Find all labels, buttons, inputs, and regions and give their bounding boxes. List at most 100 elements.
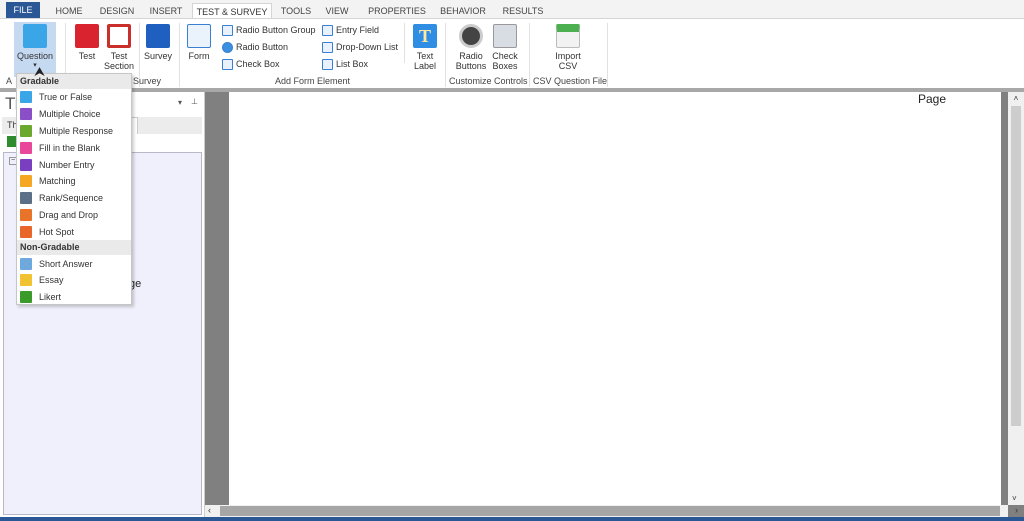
test-section-button[interactable]: Test Section [103, 22, 135, 71]
tab-design[interactable]: DESIGN [96, 3, 138, 19]
entry-field-button[interactable]: Entry Field [322, 23, 379, 38]
menu-item-short-answer[interactable]: Short Answer [17, 255, 131, 272]
question-type-icon [20, 192, 32, 205]
vertical-scrollbar[interactable]: ˄ ˅ [1008, 92, 1024, 505]
question-type-icon [20, 208, 32, 221]
scroll-right-icon[interactable]: › [1015, 505, 1018, 515]
list-icon [222, 25, 233, 36]
question-type-icon [20, 274, 32, 287]
check-boxes-label: Check Boxes [492, 51, 518, 71]
pin-icon[interactable]: ⊥ [191, 97, 198, 106]
radio-buttons-button[interactable]: Radio Buttons [454, 22, 488, 71]
csv-file-icon [556, 24, 580, 48]
menu-item-true-or-false[interactable]: True or False [17, 89, 131, 106]
menu-item-likert[interactable]: Likert [17, 289, 131, 306]
scroll-up-icon[interactable]: ˄ [1008, 94, 1024, 103]
survey-button[interactable]: Survey [142, 22, 174, 61]
import-csv-label: Import CSV [555, 51, 581, 71]
question-type-menu: Gradable True or False Multiple Choice Mul… [16, 73, 132, 305]
drop-down-list-button[interactable]: Drop-Down List [322, 40, 398, 55]
survey-icon [146, 24, 170, 48]
drop-down-list-label: Drop-Down List [336, 42, 399, 52]
list-box-label: List Box [336, 59, 369, 69]
check-box-label: Check Box [236, 59, 280, 69]
scroll-left-icon[interactable]: ‹ [208, 505, 211, 515]
horizontal-scroll-thumb[interactable] [220, 506, 1000, 516]
tab-tools[interactable]: TOOLS [278, 3, 314, 19]
check-box-button[interactable]: Check Box [222, 57, 280, 72]
mouse-cursor-icon: ⮝ [34, 64, 46, 79]
status-strip [0, 517, 1024, 521]
question-label: Question [16, 51, 54, 61]
radio-gear-icon [459, 24, 483, 48]
ribbon-tab-bar: FILE HOME DESIGN INSERT TEST & SURVEY TO… [0, 0, 1024, 19]
question-type-icon [20, 108, 32, 121]
menu-item-rank-sequence[interactable]: Rank/Sequence [17, 190, 131, 207]
tab-insert[interactable]: INSERT [146, 3, 186, 19]
text-label-label: Text Label [413, 51, 437, 71]
radio-button-label: Radio Button [236, 42, 289, 52]
test-icon [75, 24, 99, 48]
menu-item-label: Matching [39, 176, 76, 187]
checkbox-icon [222, 59, 233, 70]
tab-view[interactable]: VIEW [322, 3, 352, 19]
tab-test-survey[interactable]: TEST & SURVEY [192, 3, 272, 19]
test-section-label: Test Section [103, 51, 135, 71]
form-button[interactable]: Form [184, 22, 214, 61]
menu-item-label: Rank/Sequence [39, 193, 104, 204]
menu-item-essay[interactable]: Essay [17, 272, 131, 289]
group-label-survey: Survey [133, 76, 162, 86]
tab-behavior[interactable]: BEHAVIOR [436, 3, 490, 19]
tab-file[interactable]: FILE [6, 2, 40, 18]
question-type-icon [20, 158, 32, 171]
tab-results[interactable]: RESULTS [500, 3, 546, 19]
menu-item-multiple-choice[interactable]: Multiple Choice [17, 106, 131, 123]
menu-item-matching[interactable]: Matching [17, 173, 131, 190]
question-type-icon [20, 225, 32, 238]
check-boxes-button[interactable]: Check Boxes [489, 22, 521, 71]
test-button[interactable]: Test [72, 22, 102, 61]
question-type-icon [20, 257, 32, 270]
listbox-icon [322, 59, 333, 70]
radio-button-group-label: Radio Button Group [236, 25, 316, 35]
non-gradable-header: Non-Gradable [17, 240, 131, 256]
radio-button-button[interactable]: Radio Button [222, 40, 288, 55]
menu-item-label: Hot Spot [39, 226, 75, 237]
import-csv-button[interactable]: Import CSV [550, 22, 586, 71]
menu-item-fill-in-the-blank[interactable]: Fill in the Blank [17, 139, 131, 156]
radio-button-group-button[interactable]: Radio Button Group [222, 23, 316, 38]
page-canvas[interactable]: Page [229, 92, 1001, 505]
tab-home[interactable]: HOME [50, 3, 88, 19]
group-label-add-question: A [6, 76, 13, 86]
text-label-button[interactable]: T Text Label [410, 22, 440, 71]
menu-item-multiple-response[interactable]: Multiple Response [17, 123, 131, 140]
menu-item-label: Essay [39, 275, 64, 286]
list-box-button[interactable]: List Box [322, 57, 368, 72]
menu-item-number-entry[interactable]: Number Entry [17, 156, 131, 173]
menu-item-label: Multiple Choice [39, 109, 101, 120]
group-label-csv-question-file: CSV Question File [533, 76, 608, 86]
menu-item-drag-and-drop[interactable]: Drag and Drop [17, 207, 131, 224]
test-section-icon [107, 24, 131, 48]
question-type-icon [20, 124, 32, 137]
group-label-add-form-element: Add Form Element [275, 76, 351, 86]
horizontal-scrollbar[interactable]: ‹ › [205, 505, 1018, 517]
ribbon: Question ▾ Test Test Section Survey Surv… [0, 18, 1024, 89]
menu-item-label: True or False [39, 92, 93, 103]
entry-field-icon [322, 25, 333, 36]
menu-item-label: Number Entry [39, 159, 95, 170]
menu-item-label: Drag and Drop [39, 209, 99, 220]
question-type-icon [20, 141, 32, 154]
vertical-scroll-thumb[interactable] [1011, 106, 1021, 426]
menu-item-label: Multiple Response [39, 125, 114, 136]
radio-icon [222, 42, 233, 53]
panel-dropdown-icon[interactable]: ▾ [178, 98, 182, 107]
question-type-icon [20, 175, 32, 188]
radio-buttons-label: Radio Buttons [455, 51, 487, 71]
menu-item-label: Likert [39, 292, 62, 303]
tab-properties[interactable]: PROPERTIES [368, 3, 426, 19]
scroll-down-icon[interactable]: ˅ [1012, 494, 1017, 503]
survey-label: Survey [143, 51, 172, 61]
menu-item-label: Fill in the Blank [39, 142, 101, 153]
menu-item-hot-spot[interactable]: Hot Spot [17, 223, 131, 240]
